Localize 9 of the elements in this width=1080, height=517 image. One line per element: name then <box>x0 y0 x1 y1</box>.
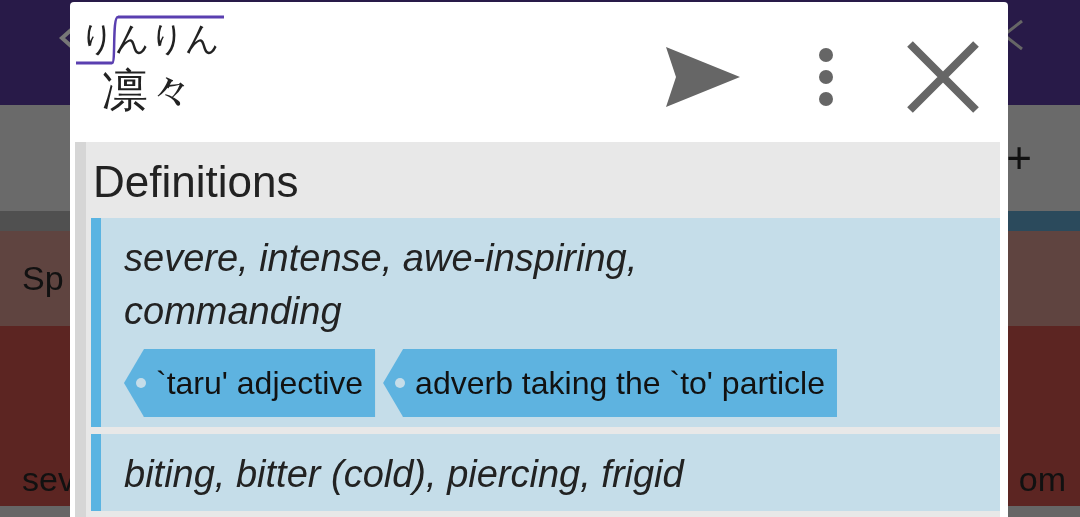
definition-text: severe, intense, awe-inspiring, commanding <box>124 236 639 334</box>
word-text: 凛々 <box>101 63 195 118</box>
row-text: Sp <box>22 259 64 298</box>
definition-text: biting, bitter (cold), piercing, frigid <box>124 452 686 497</box>
tag-label: `taru' adjective <box>124 349 376 417</box>
tag-label: adverb taking the `to' particle <box>383 349 837 417</box>
row-text: om <box>1018 460 1066 498</box>
reading-text: りんりん <box>80 18 220 59</box>
section-title: Definitions <box>92 156 300 208</box>
